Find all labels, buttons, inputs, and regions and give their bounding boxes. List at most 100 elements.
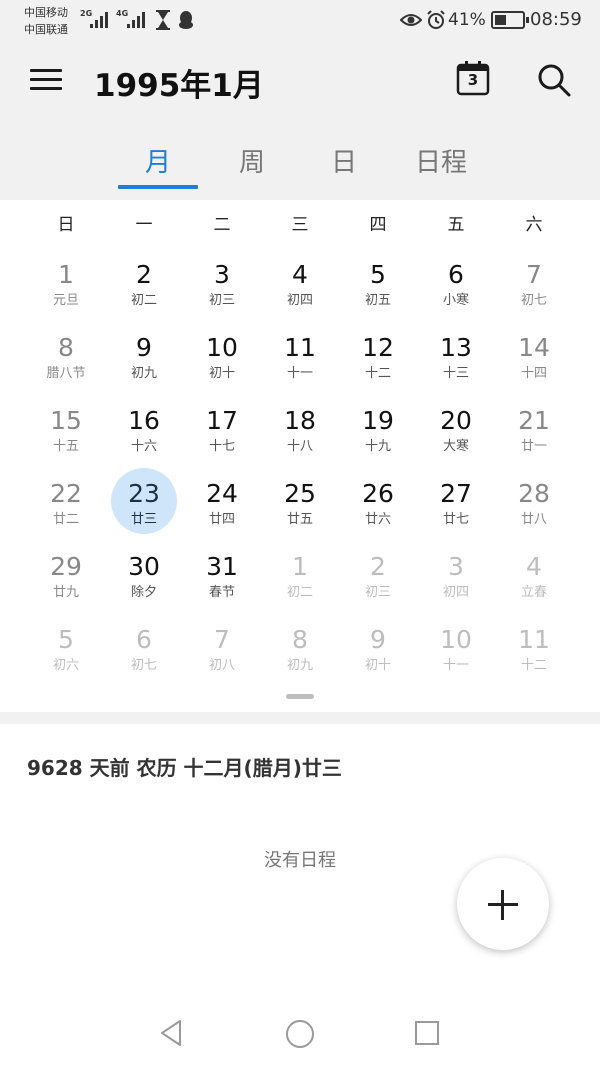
calendar-day[interactable]: 10 十一 [417, 606, 495, 679]
day-number: 7 [214, 625, 230, 654]
lunar-date: 十一 [442, 658, 469, 673]
day-number: 3 [214, 260, 230, 289]
status-time: 08:59 [530, 9, 582, 30]
lunar-date: 廿一 [520, 439, 547, 454]
hourglass-icon [156, 10, 170, 30]
calendar-day[interactable]: 19 十九 [339, 387, 417, 460]
lunar-date: 十八 [286, 439, 313, 454]
day-number: 9 [136, 333, 152, 362]
calendar-day[interactable]: 11 十一 [261, 314, 339, 387]
tab-schedule[interactable]: 日程 [400, 142, 482, 179]
lunar-date: 初九 [286, 658, 313, 673]
signal-bars-2-icon [127, 12, 147, 28]
calendar-day[interactable]: 1 初二 [261, 533, 339, 606]
calendar-day[interactable]: 29 廿九 [27, 533, 105, 606]
calendar-day[interactable]: 27 廿七 [417, 460, 495, 533]
weekday-header: 六 [525, 215, 543, 235]
calendar-day[interactable]: 6 小寒 [417, 241, 495, 314]
day-number: 6 [136, 625, 152, 654]
calendar-day[interactable]: 10 初十 [183, 314, 261, 387]
calendar-day[interactable]: 2 初三 [339, 533, 417, 606]
calendar-drag-handle[interactable] [286, 694, 314, 699]
calendar-day[interactable]: 15 十五 [27, 387, 105, 460]
calendar-day[interactable]: 20 大寒 [417, 387, 495, 460]
lunar-date: 初十 [208, 366, 235, 381]
lunar-date: 廿五 [286, 512, 313, 527]
day-number: 24 [206, 479, 238, 508]
calendar-day[interactable]: 8 腊八节 [27, 314, 105, 387]
day-number: 25 [284, 479, 316, 508]
carrier-1: 中国移动 [24, 6, 68, 19]
calendar-day[interactable]: 9 初九 [105, 314, 183, 387]
eye-icon [400, 14, 422, 26]
calendar-day[interactable]: 3 初四 [417, 533, 495, 606]
day-number: 5 [370, 260, 386, 289]
calendar-day[interactable]: 7 初七 [495, 241, 573, 314]
calendar-day[interactable]: 25 廿五 [261, 460, 339, 533]
calendar-day[interactable]: 28 廿八 [495, 460, 573, 533]
calendar-day[interactable]: 5 初六 [27, 606, 105, 679]
day-number: 14 [518, 333, 550, 362]
today-calendar-icon[interactable]: 3 [456, 60, 490, 96]
calendar-day[interactable]: 14 十四 [495, 314, 573, 387]
day-number: 26 [362, 479, 394, 508]
lunar-date: 初三 [364, 585, 391, 600]
lunar-date: 元旦 [52, 293, 79, 308]
lunar-date: 廿七 [442, 512, 469, 527]
lunar-date: 初四 [286, 293, 313, 308]
weekday-header: 日 [57, 215, 75, 235]
search-icon[interactable] [536, 62, 572, 98]
menu-icon[interactable] [30, 67, 62, 93]
back-icon[interactable] [158, 1018, 184, 1048]
calendar-day[interactable]: 26 廿六 [339, 460, 417, 533]
calendar-day[interactable]: 7 初八 [183, 606, 261, 679]
calendar-day[interactable]: 8 初九 [261, 606, 339, 679]
calendar-day[interactable]: 17 十七 [183, 387, 261, 460]
calendar-day-selected[interactable]: 23 廿三 [105, 460, 183, 534]
calendar-day[interactable]: 4 立春 [495, 533, 573, 606]
calendar-day[interactable]: 11 十二 [495, 606, 573, 679]
calendar-day[interactable]: 2 初二 [105, 241, 183, 314]
day-number: 4 [292, 260, 308, 289]
battery-icon [491, 11, 529, 29]
lunar-date: 立春 [520, 585, 547, 600]
weekday-header: 二 [213, 215, 231, 235]
lunar-date: 十九 [364, 439, 391, 454]
calendar-day[interactable]: 12 十二 [339, 314, 417, 387]
calendar-day[interactable]: 3 初三 [183, 241, 261, 314]
calendar-day[interactable]: 22 廿二 [27, 460, 105, 533]
home-icon[interactable] [286, 1020, 314, 1048]
qq-icon [179, 11, 193, 29]
day-number: 20 [440, 406, 472, 435]
calendar-day[interactable]: 4 初四 [261, 241, 339, 314]
calendar-day[interactable]: 21 廿一 [495, 387, 573, 460]
calendar-day[interactable]: 18 十八 [261, 387, 339, 460]
calendar-day[interactable]: 13 十三 [417, 314, 495, 387]
view-tabs: 月 周 日 日程 [0, 124, 600, 200]
weekday-header: 三 [291, 215, 309, 235]
lunar-date: 初七 [130, 658, 157, 673]
lunar-date: 廿四 [208, 512, 235, 527]
lunar-date: 初八 [208, 658, 235, 673]
alarm-icon [427, 10, 445, 29]
calendar-day[interactable]: 9 初十 [339, 606, 417, 679]
calendar-day[interactable]: 5 初五 [339, 241, 417, 314]
tab-day[interactable]: 日 [304, 142, 384, 179]
calendar-day[interactable]: 1 元旦 [27, 241, 105, 314]
calendar-day[interactable]: 31 春节 [183, 533, 261, 606]
calendar-day[interactable]: 30 除夕 [105, 533, 183, 606]
day-number: 8 [58, 333, 74, 362]
add-event-button[interactable] [457, 858, 549, 950]
day-number: 15 [50, 406, 82, 435]
lunar-date: 廿六 [364, 512, 391, 527]
recents-icon[interactable] [415, 1021, 439, 1045]
day-number: 1 [292, 552, 308, 581]
day-number: 18 [284, 406, 316, 435]
day-number: 21 [518, 406, 550, 435]
calendar-day[interactable]: 24 廿四 [183, 460, 261, 533]
tab-week[interactable]: 周 [212, 142, 292, 179]
calendar-day[interactable]: 16 十六 [105, 387, 183, 460]
day-number: 5 [58, 625, 74, 654]
tab-month[interactable]: 月 [118, 142, 198, 179]
calendar-day[interactable]: 6 初七 [105, 606, 183, 679]
